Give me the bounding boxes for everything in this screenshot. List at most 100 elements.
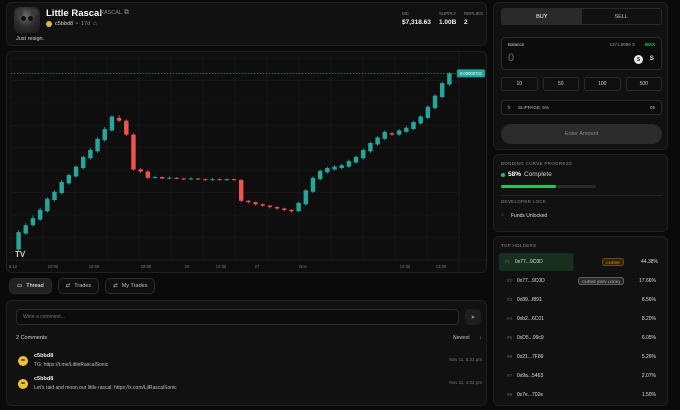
- holder-row[interactable]: #6 0x21...7F89 5.26%: [501, 348, 662, 366]
- candle-body: [210, 179, 215, 181]
- holder-address[interactable]: 0x89...f891: [517, 297, 542, 303]
- candle-body: [231, 179, 237, 181]
- tab-trades[interactable]: ⇄ Trades: [57, 278, 100, 294]
- quick-amount-button[interactable]: 500: [625, 77, 662, 91]
- comment-time: Nov 11, 5:32 pm: [449, 357, 482, 362]
- candle-body: [440, 83, 445, 98]
- quick-amount-button[interactable]: 50: [542, 77, 579, 91]
- candle-body: [253, 202, 258, 205]
- holder-percent: 2.07%: [641, 373, 656, 379]
- candlestick-chart-svg[interactable]: 0.00000731 5:12 10:00 15:00 18:00 20 12:00 27 No…: [7, 52, 488, 274]
- send-button[interactable]: ➤: [465, 309, 481, 325]
- token-name: Little Rascal: [46, 8, 102, 19]
- commenter-avatar: [18, 356, 28, 366]
- creator-name[interactable]: c5bbd8: [55, 21, 73, 27]
- candle-body: [195, 178, 201, 180]
- x-tick-label: 10:00: [48, 264, 59, 269]
- price-chart[interactable]: 0.00000731 5:12 10:00 15:00 18:00 20 12:00 27 No…: [6, 51, 488, 274]
- submit-trade-button[interactable]: Enter Amount: [501, 124, 662, 144]
- candle-body: [361, 149, 366, 159]
- candle-body: [95, 138, 100, 152]
- unlock-icon: ◌: [501, 212, 504, 218]
- holder-address[interactable]: 0x9a...5463: [517, 373, 543, 379]
- candle-body: [30, 218, 36, 226]
- candle-body: [368, 142, 373, 152]
- holder-row[interactable]: #4 0xb2...6C01 8.20%: [501, 310, 662, 328]
- currency-symbol: S: [649, 55, 654, 62]
- candle-body: [224, 179, 230, 181]
- holder-address[interactable]: 0x77...9C0D: [515, 259, 543, 265]
- copy-icon[interactable]: ⧉: [124, 9, 129, 17]
- holder-address[interactable]: 0x77...9C0D: [517, 278, 545, 284]
- divider: [501, 195, 662, 196]
- comment-input[interactable]: [16, 309, 459, 325]
- x-tick-label: 5:12: [9, 264, 18, 269]
- stat-label: MC: [402, 11, 409, 16]
- buy-tab[interactable]: BUY: [502, 9, 582, 24]
- bonding-progress-fill: [501, 185, 557, 188]
- quick-amounts: 10 50 100 500: [501, 77, 662, 91]
- stat-label: SUPPLY: [439, 11, 457, 16]
- comment-text: TG: https://t.me/LittleRascalSonic: [34, 362, 109, 368]
- send-icon: ➤: [470, 314, 476, 321]
- comment-user[interactable]: c5bbd8: [34, 376, 53, 382]
- x-tick-label: 13:00: [436, 264, 447, 269]
- candle-body: [203, 179, 208, 181]
- holder-address[interactable]: 0x7e...702e: [517, 392, 543, 398]
- quick-amount-button[interactable]: 100: [584, 77, 621, 91]
- quick-amount-button[interactable]: 10: [501, 77, 538, 91]
- holder-row[interactable]: #1 0x77...9C0D CURVE 44.38%: [499, 253, 664, 271]
- candle-body: [289, 209, 294, 212]
- holder-address[interactable]: 0xb2...6C01: [517, 316, 544, 322]
- comments-count: 2 Comments: [16, 335, 48, 341]
- holder-row[interactable]: #2 0x77...9C0D CURVE (DEV LOCK) 17.66%: [501, 272, 662, 290]
- slippage-setting[interactable]: ⇅ SLIPPAGE: 5% 05: [501, 100, 662, 115]
- tab-thread[interactable]: ▭ Thread: [9, 278, 52, 294]
- candle-body: [404, 127, 409, 132]
- holder-address[interactable]: 0xD5...99c9: [517, 335, 544, 341]
- candle-body: [174, 177, 179, 179]
- holder-rank: #7: [507, 373, 513, 378]
- candle-body: [102, 129, 107, 141]
- sort-select[interactable]: Newest ↓: [453, 335, 482, 341]
- holder-badge: CURVE (DEV LOCK): [578, 277, 624, 285]
- swap-icon: ⇄: [113, 283, 118, 289]
- comment-time: Nov 11, 4:32 pm: [449, 380, 482, 385]
- x-tick-label: Nov: [299, 264, 307, 269]
- buy-sell-toggle: BUY SELL: [501, 8, 662, 25]
- holder-row[interactable]: #3 0x89...f891 8.56%: [501, 291, 662, 309]
- candle-body: [260, 204, 265, 206]
- status-dot: [501, 173, 505, 177]
- holder-percent: 44.38%: [641, 259, 658, 265]
- holder-rank: #5: [507, 335, 513, 340]
- holder-row[interactable]: #8 0x7e...702e 1.50%: [501, 386, 662, 404]
- amount-input[interactable]: 0: [508, 52, 514, 64]
- balance-value: 1371.8096 S: [609, 42, 635, 47]
- candle-body: [396, 130, 402, 135]
- holder-badge: CURVE: [602, 258, 624, 266]
- candle-body: [109, 116, 115, 131]
- comment-user[interactable]: c5bbd8: [34, 353, 53, 359]
- developer-lock-status: Funds Unlocked: [511, 213, 548, 219]
- candle-body: [116, 117, 122, 121]
- holder-row[interactable]: #5 0xD5...99c9 6.05%: [501, 329, 662, 347]
- swap-icon: ⇄: [65, 283, 71, 289]
- holder-rank: #2: [507, 278, 513, 283]
- x-tick-label: 12:00: [400, 264, 411, 269]
- comment-item: c5bbd8 Let's raid and moon our little ra…: [16, 376, 482, 396]
- candle-body: [73, 166, 79, 177]
- token-age: 17d: [80, 21, 91, 27]
- holder-percent: 8.56%: [641, 297, 656, 303]
- bonding-panel: BONDING CURVE PROGRESS 58% Complete DEVE…: [493, 154, 668, 232]
- holder-row[interactable]: #7 0x9a...5463 2.07%: [501, 367, 662, 385]
- token-description: Just resign.: [16, 36, 45, 42]
- max-button[interactable]: MAX: [645, 42, 655, 47]
- candle-body: [274, 207, 280, 209]
- holder-address[interactable]: 0x21...7F89: [517, 354, 543, 360]
- stat-market-cap: MC $7,318.63: [402, 11, 431, 26]
- slippage-value[interactable]: 05: [650, 105, 655, 110]
- holder-percent: 6.05%: [641, 335, 656, 341]
- sell-tab[interactable]: SELL: [581, 9, 661, 24]
- stat-supply: SUPPLY 1.00B: [439, 11, 456, 26]
- tab-my-trades[interactable]: ⇄ My Trades: [105, 278, 156, 294]
